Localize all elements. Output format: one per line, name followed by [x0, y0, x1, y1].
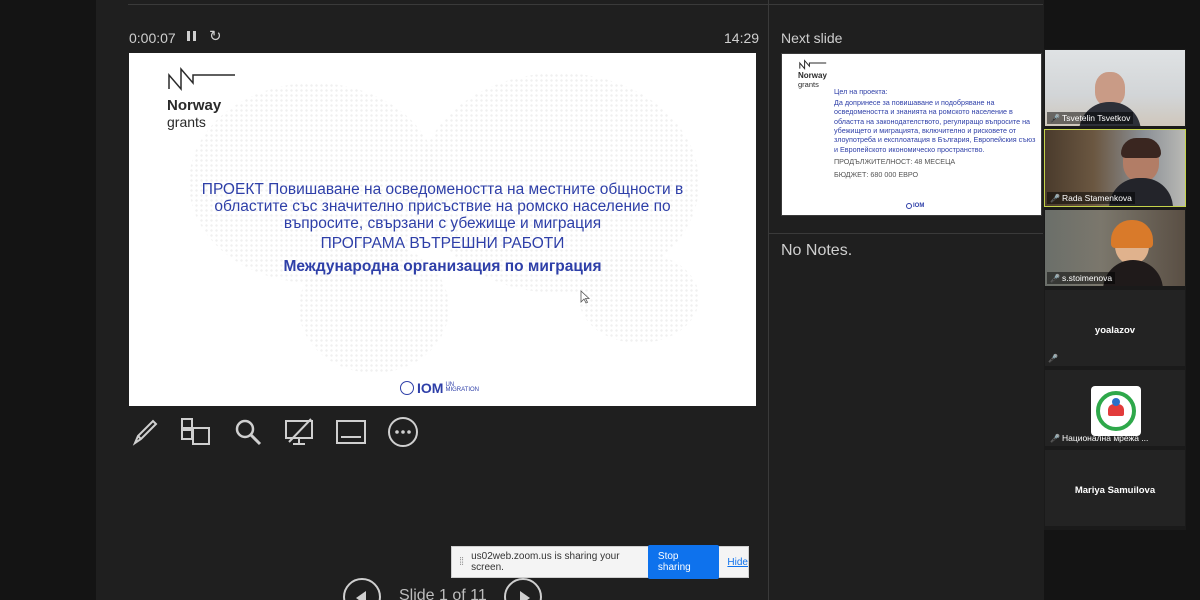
norway-grants-logo: Norway grants: [798, 59, 828, 89]
next-slide-preview[interactable]: Norway grants Цел на проекта: Да доприне…: [781, 53, 1042, 216]
slide-counter: Slide 1 of 11: [399, 587, 487, 600]
notes-divider: [769, 233, 1043, 234]
participant-name-tag: 🎤 Национална мрежа ...: [1047, 432, 1151, 444]
stop-sharing-button[interactable]: Stop sharing: [647, 545, 720, 579]
pause-timer-button[interactable]: [185, 29, 199, 45]
screen-off-icon: [285, 418, 313, 445]
pen-icon: [132, 419, 158, 446]
participant-name: Mariya Samuilova: [1074, 485, 1156, 496]
drag-handle-icon[interactable]: ⁞⁞: [459, 556, 464, 568]
top-divider: [128, 4, 1043, 5]
goal-line: областта на законодателството, регулиращ…: [834, 116, 1031, 126]
participant-video-figure: [1121, 138, 1161, 158]
participant-name-tag: 🎤 s.stoimenova: [1047, 272, 1116, 284]
goal-line: убежището и миграцията, включително и ри…: [834, 126, 1017, 136]
participant-name: yoalazov: [1094, 325, 1136, 336]
duration-text: ПРОДЪЛЖИТЕЛНОСТ: 48 МЕСЕЦА: [834, 157, 956, 166]
slide-title-line: въпросите, свързани с убежище и миграция: [283, 215, 602, 232]
hide-share-bar-link[interactable]: Hide: [727, 557, 748, 568]
subtitles-icon: [336, 420, 366, 444]
elapsed-timer: 0:00:07: [129, 30, 176, 46]
iom-logo-text: IOM: [913, 203, 925, 209]
budget-text: БЮДЖЕТ: 680 000 ЕВРО: [834, 170, 919, 179]
participant-tile[interactable]: Mariya Samuilova: [1044, 449, 1186, 527]
iom-globe-icon: [906, 203, 912, 209]
more-options-icon: [388, 417, 418, 447]
goal-line: и Европейското икономическо пространство…: [834, 144, 985, 154]
iom-globe-icon: [400, 381, 414, 395]
program-name: ПРОГРАМА ВЪТРЕШНИ РАБОТИ: [320, 235, 565, 252]
logo-word-norway: Norway: [798, 71, 827, 80]
slides-grid-icon: [181, 418, 210, 445]
logo-word-grants: grants: [798, 80, 819, 89]
slide-title-line: областите със значително присъствие на р…: [214, 198, 671, 215]
participant-tile[interactable]: yoalazov 🎤: [1044, 289, 1186, 367]
participant-name: s.stoimenova: [1061, 273, 1113, 283]
magnifier-icon: [235, 419, 262, 446]
speaker-notes: No Notes.: [781, 242, 853, 259]
participant-tile[interactable]: 🎤 Rada Stamenkova: [1044, 129, 1186, 207]
goal-label: Цел на проекта:: [834, 87, 888, 96]
organization-logo: [1091, 386, 1141, 436]
mic-muted-icon: 🎤: [1050, 273, 1060, 283]
subtitles-button[interactable]: [335, 416, 367, 448]
iom-logo-migration: MIGRATION: [445, 387, 480, 393]
share-message: us02web.zoom.us is sharing your screen.: [471, 551, 620, 573]
norway-grants-logo: Norway grants: [167, 65, 237, 130]
mic-muted-icon: 🎤: [1050, 113, 1060, 123]
screen-share-bar: ⁞⁞ us02web.zoom.us is sharing your scree…: [451, 545, 749, 579]
goal-line: злоупотреба и експлоатация в България, Е…: [834, 135, 1036, 145]
zoom-slide-button[interactable]: [232, 416, 264, 448]
iom-logo: IOM: [906, 203, 924, 209]
mouse-cursor-icon: [580, 290, 590, 304]
iom-logo-subtext: UN MIGRATION: [445, 382, 480, 394]
mic-muted-icon: 🎤: [1050, 193, 1060, 203]
participant-name: Tsvetelin Tsvetkov: [1061, 113, 1131, 123]
next-slide-label: Next slide: [781, 30, 843, 46]
slide-title: ПРОЕКТ Повишаване на осведомеността на м…: [129, 181, 756, 232]
organization-name: Международна организация по миграция: [283, 258, 602, 275]
mic-muted-icon: 🎤: [1050, 433, 1060, 443]
logo-word-grants: grants: [167, 114, 206, 130]
participant-video-figure: [1111, 220, 1153, 248]
see-all-slides-button[interactable]: [180, 416, 212, 448]
goal-text: Да допринесе за повишаване и подобряване…: [834, 98, 1039, 154]
goal-line: Да допринесе за повишаване и подобряване…: [834, 98, 995, 107]
current-time: 14:29: [724, 30, 760, 46]
pen-tool-button[interactable]: [129, 416, 161, 448]
mic-muted-icon: 🎤: [1048, 354, 1058, 363]
participant-tile[interactable]: 🎤 s.stoimenova: [1044, 209, 1186, 287]
organization-logo-figure: [1112, 398, 1120, 406]
iom-logo-text: IOM: [417, 380, 444, 396]
participant-name-tag: 🎤 Tsvetelin Tsvetkov: [1047, 112, 1134, 124]
participant-name: Rada Stamenkova: [1061, 193, 1132, 203]
current-slide[interactable]: Norway grants ПРОЕКТ Повишаване на освед…: [129, 53, 756, 406]
slide-title-line: ПРОЕКТ Повишаване на осведомеността на м…: [201, 181, 684, 198]
participant-name-tag: 🎤 Rada Stamenkova: [1047, 192, 1135, 204]
iom-logo: IOM UN MIGRATION: [400, 380, 479, 396]
goal-line: осведомеността и знанията на ромското на…: [834, 107, 1013, 117]
participant-gallery: 🎤 Tsvetelin Tsvetkov 🎤 Rada Stamenkova 🎤 s.…: [1044, 49, 1186, 530]
participant-video-figure: [1095, 72, 1125, 106]
norway-grants-mark-icon: [799, 59, 827, 70]
black-screen-button[interactable]: [283, 416, 315, 448]
more-options-button[interactable]: [387, 416, 419, 448]
participant-tile[interactable]: 🎤 Tsvetelin Tsvetkov: [1044, 49, 1186, 127]
norway-grants-mark-icon: [168, 66, 235, 92]
logo-word-norway: Norway: [167, 97, 222, 114]
participant-tile[interactable]: 🎤 Национална мрежа ...: [1044, 369, 1186, 447]
participant-name: Национална мрежа ...: [1061, 433, 1149, 443]
restart-timer-icon[interactable]: ↻: [209, 27, 222, 45]
